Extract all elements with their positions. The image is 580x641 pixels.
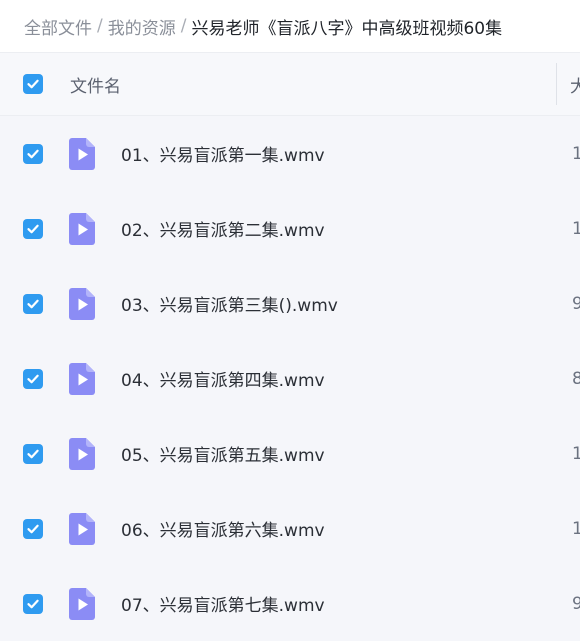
checkmark-icon: [27, 149, 39, 158]
file-row[interactable]: 02、兴易盲派第二集.wmv 1: [0, 191, 580, 266]
file-name[interactable]: 04、兴易盲派第四集.wmv: [121, 366, 325, 391]
checkmark-icon: [27, 299, 39, 308]
file-checkbox[interactable]: [23, 143, 43, 164]
checkmark-icon: [27, 79, 39, 89]
file-checkbox[interactable]: [23, 593, 43, 614]
file-checkbox[interactable]: [23, 293, 43, 314]
column-header-size[interactable]: 大: [570, 72, 580, 97]
breadcrumb-separator: /: [180, 16, 187, 36]
file-list: 01、兴易盲派第一集.wmv 1 02、兴易盲派第二集.wmv 1 03、兴易盲派第三集…: [0, 116, 580, 641]
checkmark-icon: [27, 449, 39, 458]
file-checkbox[interactable]: [23, 368, 43, 389]
breadcrumb-my-resources[interactable]: 我的资源: [108, 14, 176, 39]
file-checkbox[interactable]: [23, 518, 43, 539]
breadcrumb-separator: /: [97, 16, 103, 36]
file-size: 9: [572, 293, 580, 314]
file-checkbox[interactable]: [23, 443, 43, 464]
file-checkbox[interactable]: [23, 218, 43, 239]
file-name[interactable]: 05、兴易盲派第五集.wmv: [121, 441, 325, 466]
checkmark-icon: [27, 599, 39, 608]
checkmark-icon: [27, 224, 39, 233]
file-name[interactable]: 03、兴易盲派第三集().wmv: [121, 291, 338, 316]
column-header-filename[interactable]: 文件名: [70, 72, 121, 97]
video-file-icon: [69, 212, 95, 245]
file-size: 1: [572, 443, 580, 464]
file-list-header: 文件名 大: [0, 52, 580, 116]
file-row[interactable]: 05、兴易盲派第五集.wmv 1: [0, 416, 580, 491]
file-row[interactable]: 07、兴易盲派第七集.wmv 9: [0, 566, 580, 641]
file-row[interactable]: 01、兴易盲派第一集.wmv 1: [0, 116, 580, 191]
video-file-icon: [69, 287, 95, 320]
checkmark-icon: [27, 524, 39, 533]
file-name[interactable]: 02、兴易盲派第二集.wmv: [121, 216, 325, 241]
column-divider[interactable]: [556, 63, 557, 105]
file-name[interactable]: 01、兴易盲派第一集.wmv: [121, 141, 325, 166]
file-row[interactable]: 04、兴易盲派第四集.wmv 8: [0, 341, 580, 416]
video-file-icon: [69, 437, 95, 470]
breadcrumb: 全部文件 / 我的资源 / 兴易老师《盲派八字》中高级班视频60集: [0, 0, 580, 52]
file-name[interactable]: 06、兴易盲派第六集.wmv: [121, 516, 325, 541]
breadcrumb-all-files[interactable]: 全部文件: [24, 14, 92, 39]
file-size: 9: [572, 593, 580, 614]
video-file-icon: [69, 512, 95, 545]
file-size: 1: [572, 143, 580, 164]
file-size: 1: [572, 518, 580, 539]
file-name[interactable]: 07、兴易盲派第七集.wmv: [121, 591, 325, 616]
video-file-icon: [69, 137, 95, 170]
checkmark-icon: [27, 374, 39, 383]
file-size: 1: [572, 218, 580, 239]
file-size: 8: [572, 368, 580, 389]
video-file-icon: [69, 587, 95, 620]
file-row[interactable]: 06、兴易盲派第六集.wmv 1: [0, 491, 580, 566]
breadcrumb-current-folder: 兴易老师《盲派八字》中高级班视频60集: [191, 18, 503, 39]
select-all-checkbox[interactable]: [23, 74, 43, 94]
video-file-icon: [69, 362, 95, 395]
file-row[interactable]: 03、兴易盲派第三集().wmv 9: [0, 266, 580, 341]
